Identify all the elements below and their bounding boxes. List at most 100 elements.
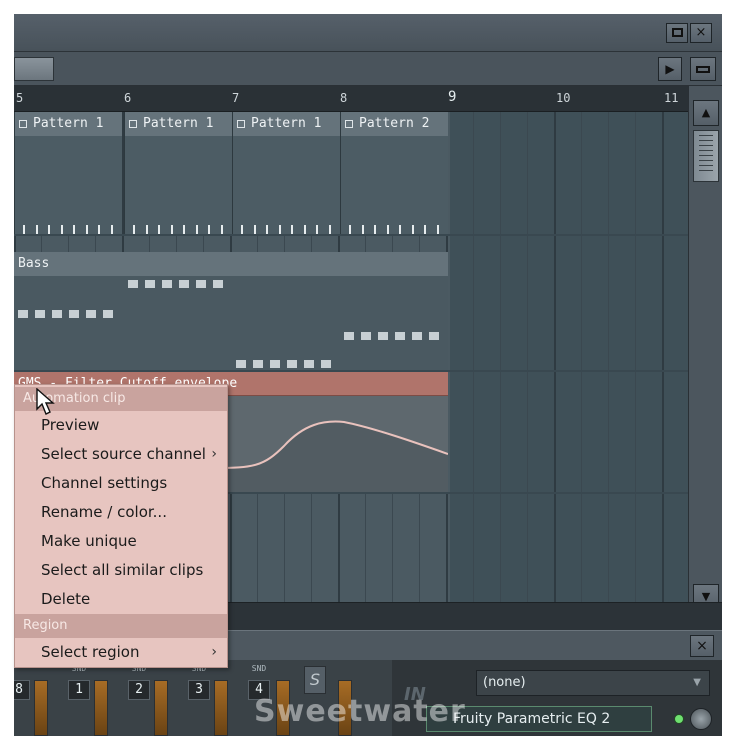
note-tick	[266, 225, 268, 234]
menu-item-delete[interactable]: Delete	[15, 585, 227, 614]
bar-number: 6	[124, 91, 132, 105]
bass-note	[344, 332, 354, 340]
pattern-clip-label: Pattern 2	[359, 116, 430, 131]
grid-line	[554, 112, 556, 602]
pattern-clip-label: Pattern 1	[251, 116, 322, 131]
menu-item-select-region[interactable]: Select region ›	[15, 638, 227, 667]
bass-note	[361, 332, 371, 340]
note-tick	[48, 225, 50, 234]
bass-note	[103, 310, 113, 318]
horizontal-scroll-thumb[interactable]	[14, 57, 54, 81]
pattern-icon	[237, 119, 245, 128]
bass-note	[35, 310, 45, 318]
bass-note	[321, 360, 331, 368]
pattern-notes	[341, 222, 448, 234]
mixer-strip[interactable]: SND 1	[60, 664, 108, 736]
menu-item-select-source-channel[interactable]: Select source channel ›	[15, 440, 227, 469]
note-tick	[349, 225, 351, 234]
bass-note	[429, 332, 439, 340]
bar-number: 5	[16, 91, 24, 105]
note-tick	[73, 225, 75, 234]
grid-line	[608, 112, 609, 602]
vertical-scrollbar[interactable]: ▲ ▼	[688, 86, 722, 610]
note-tick	[133, 225, 135, 234]
bass-audio-clip[interactable]: Bass	[14, 252, 448, 370]
bar-number: 8	[340, 91, 348, 105]
bar-number: 11	[664, 91, 679, 105]
note-tick	[253, 225, 256, 234]
empty-grid-area[interactable]	[450, 112, 688, 602]
menu-item-channel-settings[interactable]: Channel settings	[15, 469, 227, 498]
bar-number: 7	[232, 91, 240, 105]
vertical-scroll-thumb[interactable]	[693, 130, 719, 182]
pattern-clip-header[interactable]: Pattern 1	[233, 112, 340, 136]
bass-note	[162, 280, 172, 288]
menu-item-label: Preview	[41, 416, 100, 434]
timeline-ruler[interactable]: 5 6 7 8 9 10 11	[14, 86, 688, 112]
menu-item-select-all-similar[interactable]: Select all similar clips	[15, 556, 227, 585]
bass-note	[304, 360, 314, 368]
dropdown-arrow-icon: ▼	[693, 677, 701, 688]
note-tick	[328, 225, 331, 234]
close-button[interactable]: ×	[690, 23, 712, 43]
strip-number: 3	[188, 680, 210, 700]
mixer-strip[interactable]: 8	[14, 664, 48, 736]
pattern-notes	[15, 222, 122, 234]
note-tick	[291, 225, 293, 234]
menu-item-label: Select all similar clips	[41, 561, 204, 579]
grid-line	[527, 112, 528, 602]
note-tick	[361, 225, 364, 234]
bass-note	[52, 310, 62, 318]
note-tick	[60, 225, 63, 234]
bass-note	[213, 280, 223, 288]
grid-line	[581, 112, 582, 602]
bass-note	[287, 360, 297, 368]
pattern-clip-header[interactable]: Pattern 1	[15, 112, 122, 136]
pattern-clip[interactable]: Pattern 1	[14, 112, 122, 234]
note-tick	[399, 225, 401, 234]
mixer-close-button[interactable]: ×	[690, 635, 714, 657]
mixer-strip[interactable]: SND 2	[120, 664, 168, 736]
note-tick	[170, 225, 173, 234]
pattern-clip[interactable]: Pattern 1	[232, 112, 340, 234]
title-bar[interactable]: ×	[14, 14, 722, 52]
pattern-icon	[19, 119, 27, 128]
note-tick	[98, 225, 100, 234]
pattern-icon	[129, 119, 137, 128]
pattern-clip-header[interactable]: Pattern 2	[341, 112, 448, 136]
minimize-panel-button[interactable]	[690, 57, 716, 81]
bass-clip-header[interactable]: Bass	[14, 252, 448, 276]
maximize-button[interactable]	[666, 23, 688, 43]
scroll-right-button[interactable]: ▶	[658, 57, 682, 81]
note-tick	[316, 225, 318, 234]
bass-note	[236, 360, 246, 368]
mixer-strip[interactable]: SND 3	[180, 664, 228, 736]
send-toggle-button[interactable]: S	[304, 666, 326, 694]
panel-icon	[696, 66, 710, 73]
effect-enabled-led[interactable]	[674, 714, 684, 724]
note-tick	[374, 225, 376, 234]
bar-number: 10	[556, 91, 571, 105]
menu-item-label: Delete	[41, 590, 91, 608]
pattern-notes	[125, 222, 232, 234]
note-tick	[303, 225, 306, 234]
bass-note	[270, 360, 280, 368]
bass-note	[395, 332, 405, 340]
note-tick	[241, 225, 243, 234]
mix-knob[interactable]	[690, 708, 712, 730]
input-select-value: (none)	[483, 675, 526, 690]
menu-item-rename-color[interactable]: Rename / color...	[15, 498, 227, 527]
menu-item-label: Channel settings	[41, 474, 168, 492]
pattern-clip[interactable]: Pattern 1	[124, 112, 232, 234]
note-tick	[195, 225, 198, 234]
scroll-up-button[interactable]: ▲	[693, 100, 719, 126]
strip-label: SND	[251, 664, 267, 673]
menu-item-make-unique[interactable]: Make unique	[15, 527, 227, 556]
bass-note	[145, 280, 155, 288]
input-select[interactable]: (none) ▼	[476, 670, 710, 696]
track-separator	[14, 234, 688, 236]
submenu-arrow-icon: ›	[211, 446, 217, 462]
pattern-clip[interactable]: Pattern 2	[340, 112, 448, 234]
pattern-clip-header[interactable]: Pattern 1	[125, 112, 232, 136]
pattern-icon	[345, 119, 353, 128]
